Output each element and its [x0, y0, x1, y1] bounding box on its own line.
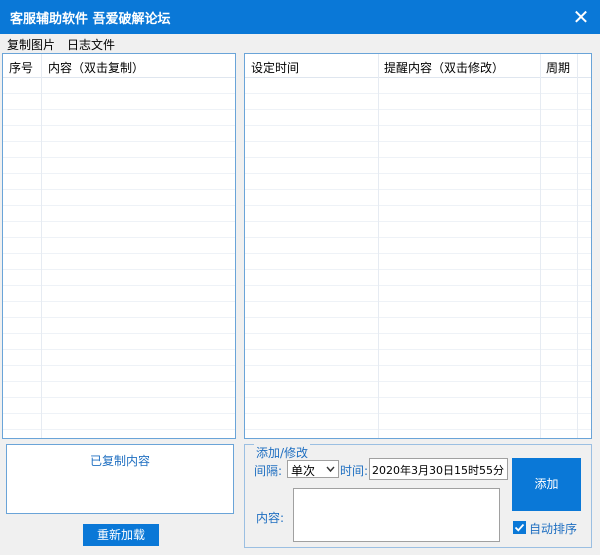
check-icon — [514, 523, 525, 532]
time-picker[interactable]: 2020年3月30日15时55分 — [369, 458, 508, 480]
header-divider — [577, 54, 578, 78]
table-body[interactable] — [245, 78, 591, 438]
header-divider — [540, 54, 541, 78]
table-header: 序号 内容（双击复制） — [3, 54, 235, 78]
table-body[interactable] — [3, 78, 235, 438]
interval-selected-value: 单次 — [291, 464, 316, 478]
column-header-index[interactable]: 序号 — [9, 59, 33, 76]
add-button[interactable]: 添加 — [512, 458, 581, 511]
time-value: 2020年3月30日15时55分 — [372, 464, 504, 477]
time-label: 时间: — [340, 464, 369, 478]
copied-content-label: 已复制内容 — [89, 454, 150, 468]
auto-sort-label: 自动排序 — [529, 522, 578, 536]
column-header-period[interactable]: 周期 — [546, 59, 570, 76]
menu-bar: 复制图片 日志文件 — [0, 34, 600, 52]
copied-content-box: 已复制内容 — [6, 444, 234, 514]
close-icon[interactable]: ✕ — [566, 2, 596, 32]
header-divider — [378, 54, 379, 78]
column-header-reminder-content[interactable]: 提醒内容（双击修改） — [384, 59, 504, 76]
menu-item-log-file[interactable]: 日志文件 — [67, 36, 115, 53]
menu-item-copy-image[interactable]: 复制图片 — [7, 36, 55, 53]
interval-label: 间隔: — [254, 464, 283, 478]
column-header-content[interactable]: 内容（双击复制） — [48, 59, 144, 76]
add-modify-legend: 添加/修改 — [254, 444, 311, 461]
title-bar: 客服辅助软件 吾爱破解论坛 ✕ — [0, 0, 600, 34]
window-title: 客服辅助软件 吾爱破解论坛 — [10, 12, 171, 27]
content-label: 内容: — [256, 511, 285, 525]
column-divider — [41, 78, 42, 438]
header-divider — [41, 54, 42, 78]
interval-select[interactable]: 单次 — [287, 460, 339, 478]
auto-sort-checkbox[interactable] — [513, 521, 526, 534]
column-header-set-time[interactable]: 设定时间 — [251, 59, 299, 76]
column-divider — [378, 78, 379, 438]
chevron-down-icon — [326, 461, 335, 480]
reminder-table[interactable]: 设定时间 提醒内容（双击修改） 周期 — [244, 53, 592, 439]
content-input[interactable] — [293, 488, 500, 542]
column-divider — [577, 78, 578, 438]
reload-button[interactable]: 重新加载 — [83, 524, 159, 546]
content-list-table[interactable]: 序号 内容（双击复制） — [2, 53, 236, 439]
column-divider — [540, 78, 541, 438]
